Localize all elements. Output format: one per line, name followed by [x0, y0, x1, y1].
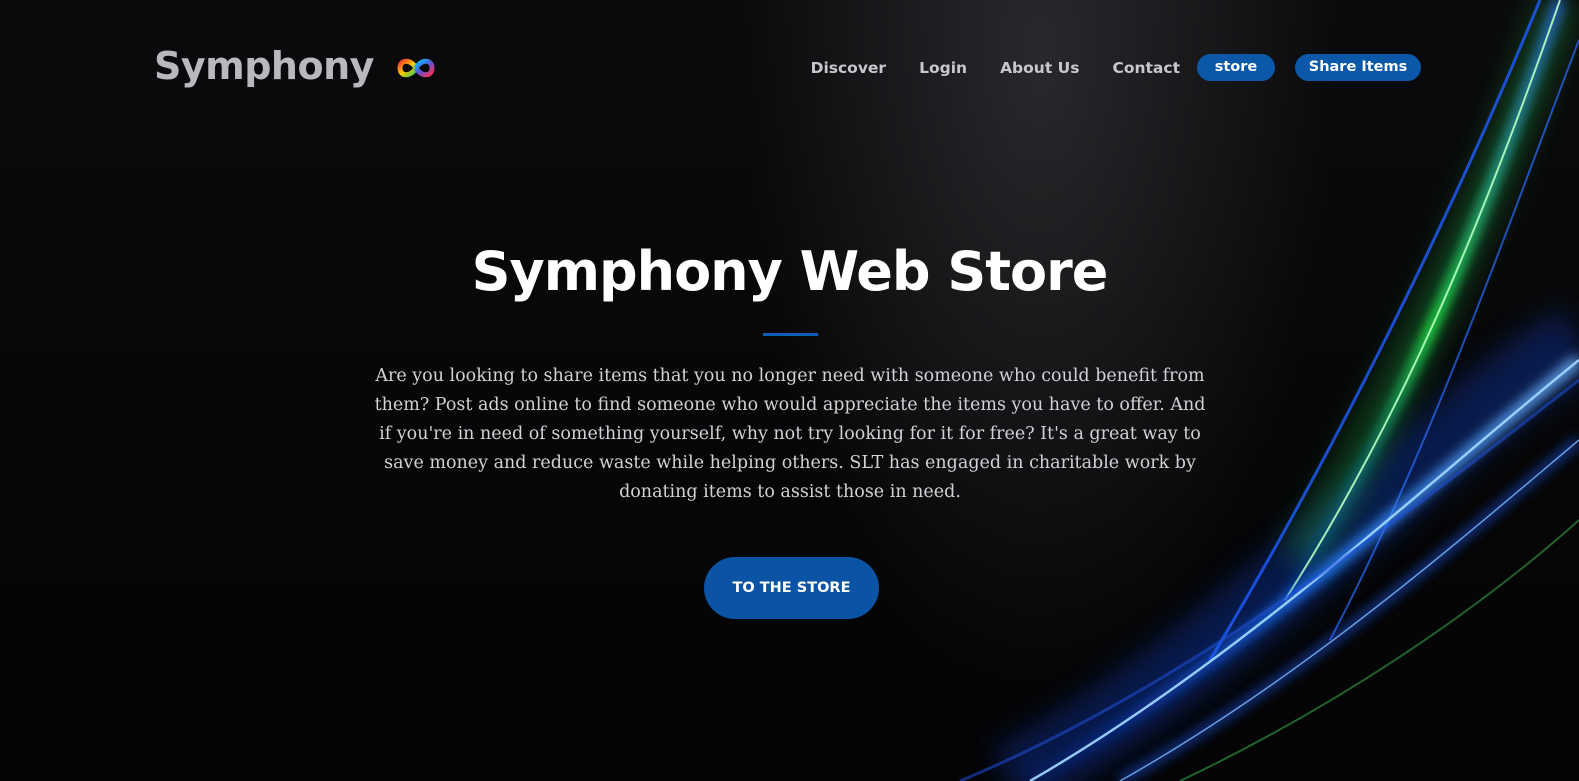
page: Symphony Discover Login About Us Contact…	[0, 0, 1579, 781]
nav-link-about-us[interactable]: About Us	[1000, 55, 1079, 81]
nav-link-login[interactable]: Login	[919, 55, 967, 81]
main-nav: Discover Login About Us Contact store Sh…	[811, 54, 1421, 81]
store-button[interactable]: store	[1197, 54, 1275, 81]
nav-link-discover[interactable]: Discover	[811, 55, 887, 81]
hero-divider	[763, 333, 818, 336]
share-items-button[interactable]: Share Items	[1295, 54, 1421, 81]
hero-description: Are you looking to share items that you …	[374, 366, 1206, 502]
nav-link-contact[interactable]: Contact	[1112, 55, 1180, 81]
hero-title: Symphony Web Store	[471, 240, 1109, 303]
to-the-store-button[interactable]: TO THE STORE	[704, 557, 879, 619]
top-navbar: Symphony Discover Login About Us Contact…	[0, 0, 1579, 134]
brand-name[interactable]: Symphony	[154, 40, 374, 92]
rainbow-infinity-icon	[397, 58, 435, 78]
